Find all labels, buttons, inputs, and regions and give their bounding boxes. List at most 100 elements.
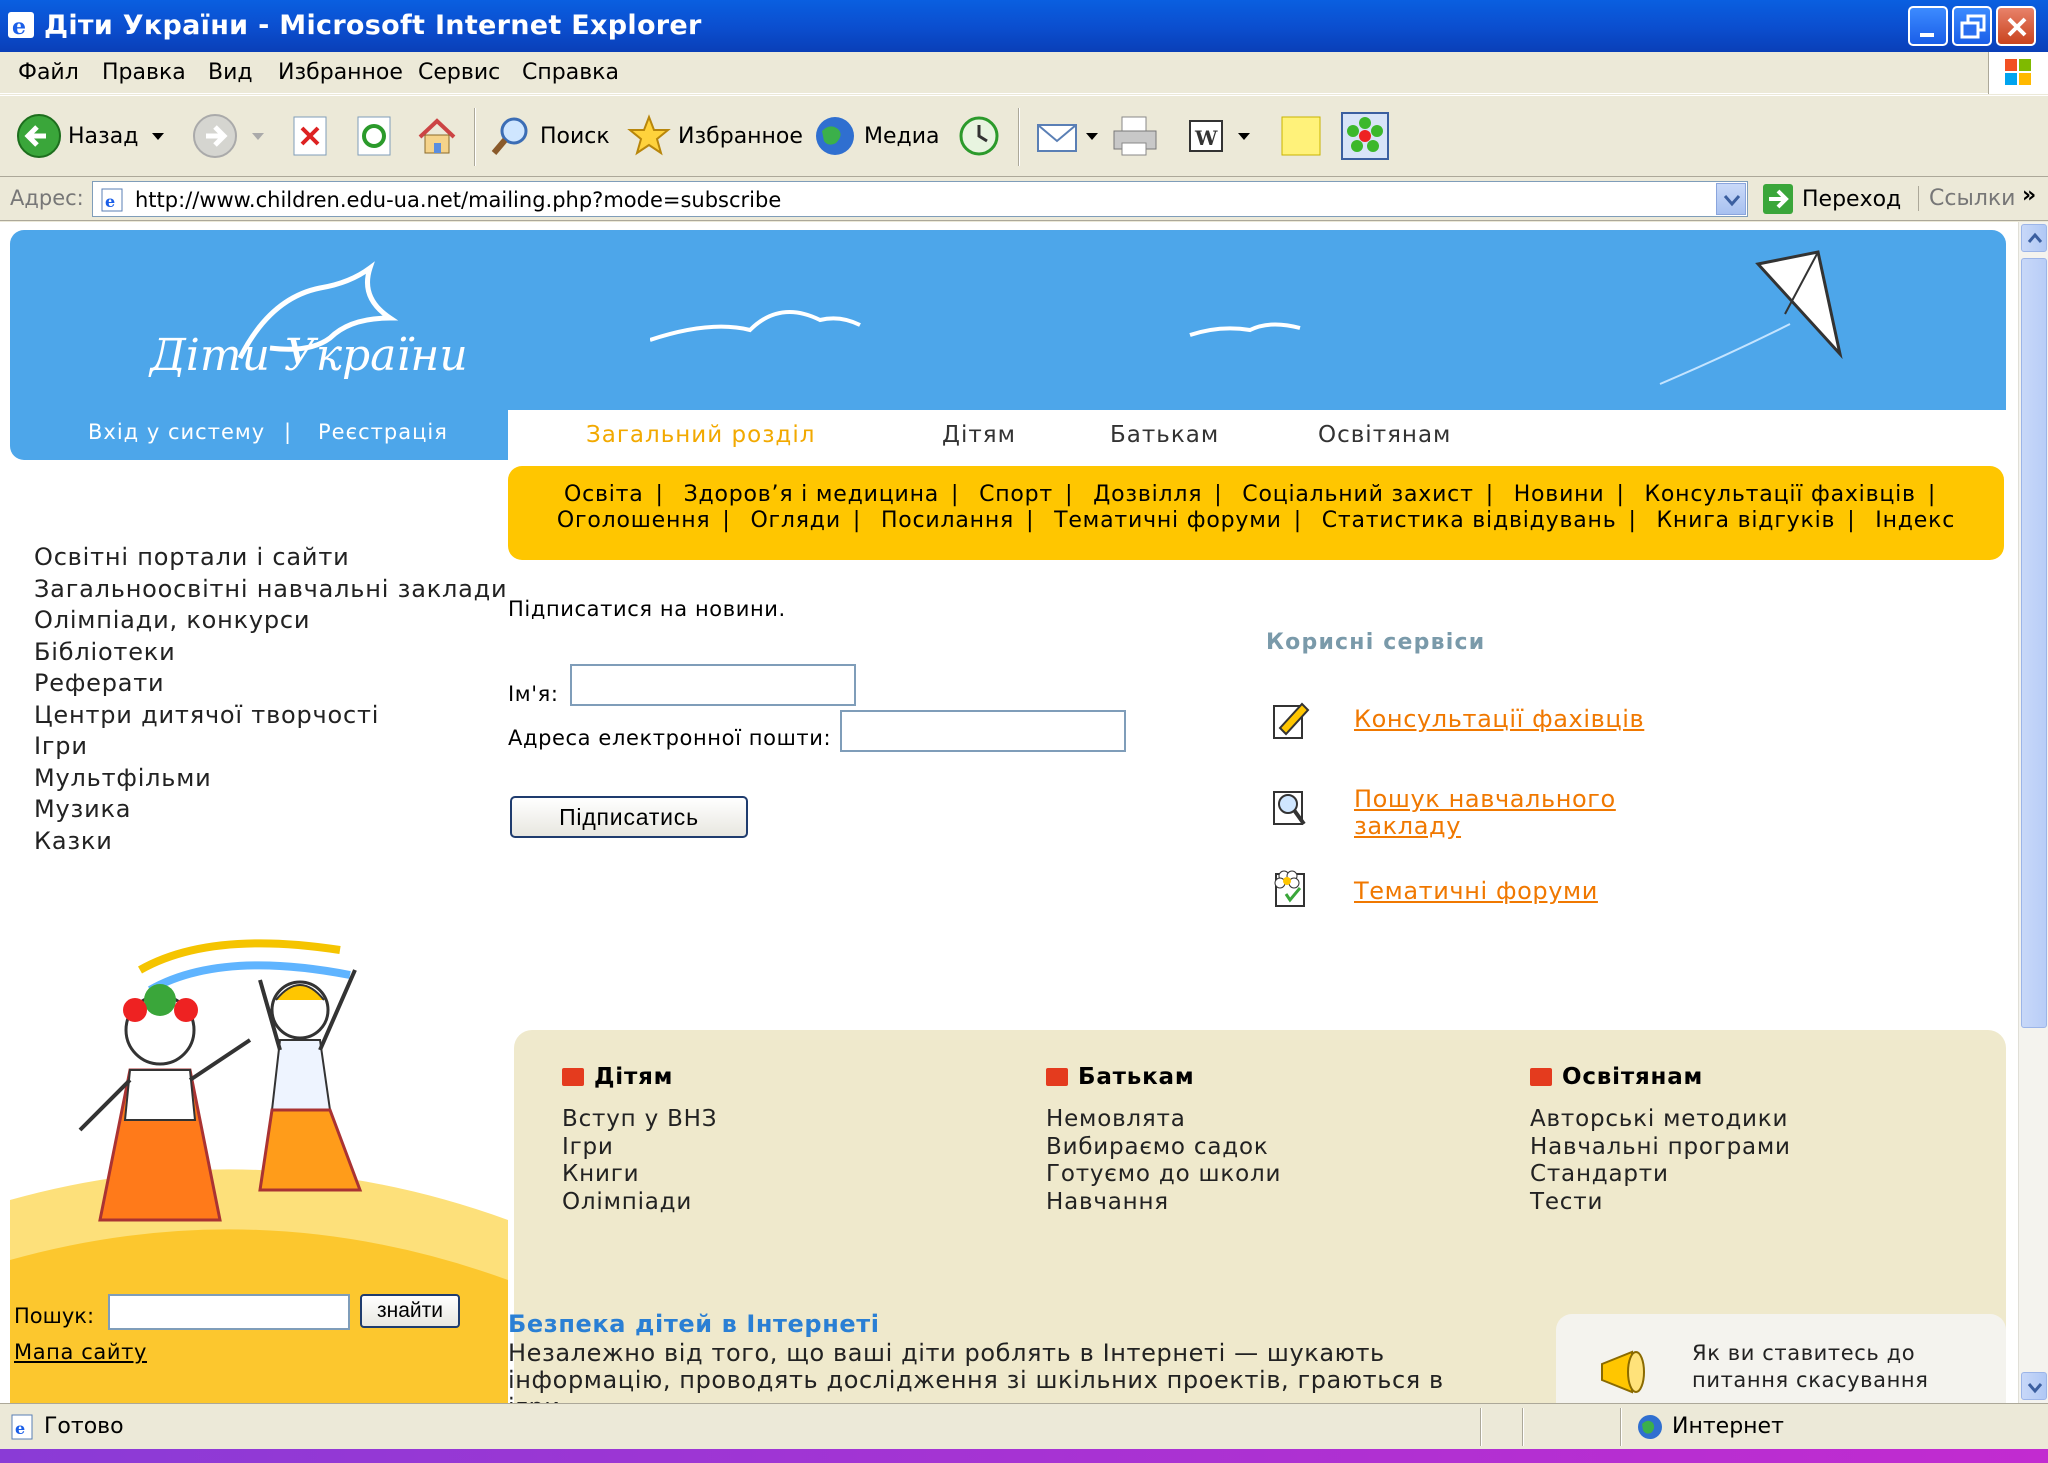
nav-link[interactable]: Індекс [1875,508,1955,533]
main-nav: Освіта | Здоров’я і медицина | Спорт | Дозв… [508,466,2004,560]
service-link[interactable]: Консультації фахівців [1354,706,1654,733]
favorites-button[interactable]: Избранное [626,110,803,162]
taskbar-strip [0,1449,2048,1463]
nav-link[interactable]: Статистика відвідувань [1322,508,1617,533]
section-link[interactable]: Стандарти [1530,1161,1990,1189]
left-link[interactable]: Реферати [34,668,507,700]
left-link[interactable]: Ігри [34,731,507,763]
links-chevron-icon[interactable]: » [2022,183,2036,208]
section-link[interactable]: Готуємо до школи [1046,1161,1506,1189]
maximize-button[interactable] [1952,6,1992,46]
edit-button[interactable]: W [1186,110,1250,162]
back-dropdown-icon[interactable] [152,132,165,140]
section-link[interactable]: Немовлята [1046,1106,1506,1134]
svg-text:e: e [15,1419,25,1438]
section-link[interactable]: Ігри [562,1134,1022,1162]
search-button[interactable]: Поиск [488,110,610,162]
menu-favorites[interactable]: Избранное [278,60,403,85]
refresh-button[interactable] [354,110,394,162]
article-title[interactable]: Безпека дітей в Інтернеті [508,1310,880,1338]
icq-flower-icon [1341,112,1389,160]
scroll-down-button[interactable] [2021,1372,2047,1400]
site-search-button[interactable]: знайти [360,1294,460,1328]
nav-link[interactable]: Книга відгуків [1657,508,1836,533]
name-input[interactable] [570,664,856,706]
nav-link[interactable]: Освіта [564,482,644,507]
nav-link[interactable]: Соціальний захист [1242,482,1473,507]
section-link[interactable]: Авторські методики [1530,1106,1990,1134]
mail-button[interactable] [1034,110,1098,162]
scroll-up-button[interactable] [2021,224,2047,252]
section-link[interactable]: Олімпіади [562,1189,1022,1217]
address-dropdown-button[interactable] [1716,183,1746,215]
home-button[interactable] [414,110,460,162]
menu-file[interactable]: Файл [18,60,79,85]
service-link[interactable]: Пошук навчального закладу [1354,786,1654,840]
discuss-button[interactable] [1278,110,1324,162]
scroll-thumb[interactable] [2021,258,2047,1028]
edit-dropdown-icon[interactable] [1238,132,1250,140]
nav-link[interactable]: Здоров’я і медицина [684,482,939,507]
address-input[interactable]: e http://www.children.edu-ua.net/mailing… [92,181,1748,217]
minimize-button[interactable] [1908,6,1948,46]
left-link[interactable]: Казки [34,826,507,858]
icq-button[interactable] [1340,110,1390,162]
tab-educators[interactable]: Освітянам [1318,422,1451,448]
stop-button[interactable] [290,110,330,162]
section-tabs: Загальний розділ Дітям Батькам Освітянам [508,410,2006,460]
menu-tools[interactable]: Сервис [418,60,500,85]
nav-link[interactable]: Посилання [881,508,1014,533]
site-logo[interactable]: Діти України [150,330,468,381]
mail-dropdown-icon[interactable] [1086,132,1098,140]
menu-help[interactable]: Справка [522,60,619,85]
go-arrow-icon [1763,184,1793,214]
register-link[interactable]: Реєстрація [318,420,448,444]
section-link[interactable]: Вибираємо садок [1046,1134,1506,1162]
section-title[interactable]: Дітям [594,1064,673,1090]
print-button[interactable] [1110,110,1160,162]
left-link[interactable]: Мультфільми [34,763,507,795]
address-url: http://www.children.edu-ua.net/mailing.p… [135,188,782,212]
left-link[interactable]: Загальноосвітні навчальні заклади [34,574,507,606]
email-input[interactable] [840,710,1126,752]
clouds-decoration-icon [650,310,1301,342]
section-link[interactable]: Навчання [1046,1189,1506,1217]
left-link[interactable]: Центри дитячої творчості [34,700,507,732]
tab-children[interactable]: Дітям [942,422,1016,448]
links-button[interactable]: Ссылки [1918,186,2015,211]
go-button[interactable]: Переход [1762,183,1901,215]
section-link[interactable]: Вступ у ВНЗ [562,1106,1022,1134]
menu-edit[interactable]: Правка [102,60,186,85]
forward-button[interactable] [192,110,264,162]
left-link[interactable]: Бібліотеки [34,637,507,669]
section-link[interactable]: Тести [1530,1189,1990,1217]
close-button[interactable] [1996,6,2036,46]
nav-link[interactable]: Оголошення [557,508,711,533]
sitemap-link[interactable]: Мапа сайту [14,1340,147,1364]
menu-view[interactable]: Вид [208,60,253,85]
left-link[interactable]: Олімпіади, конкурси [34,605,507,637]
login-link[interactable]: Вхід у систему [88,420,265,444]
nav-link[interactable]: Спорт [979,482,1053,507]
section-title[interactable]: Освітянам [1562,1064,1703,1090]
nav-link[interactable]: Огляди [750,508,840,533]
left-link[interactable]: Музика [34,794,507,826]
subscribe-button[interactable]: Підписатись [510,796,748,838]
nav-link[interactable]: Новини [1514,482,1605,507]
media-button[interactable]: Медиа [812,110,940,162]
nav-link[interactable]: Консультації фахівців [1644,482,1915,507]
left-link[interactable]: Освітні портали і сайти [34,542,507,574]
back-button[interactable]: Назад [16,110,165,162]
section-link[interactable]: Навчальні програми [1530,1134,1990,1162]
section-link[interactable]: Книги [562,1161,1022,1189]
vertical-scrollbar[interactable] [2018,222,2048,1403]
section-title[interactable]: Батькам [1078,1064,1194,1090]
poll-box: Як ви ставитесь до питання скасування [1556,1314,2006,1403]
nav-link[interactable]: Тематичні форуми [1054,508,1282,533]
history-button[interactable] [956,110,1002,162]
tab-general[interactable]: Загальний розділ [586,422,815,448]
nav-link[interactable]: Дозвілля [1093,482,1202,507]
service-link[interactable]: Тематичні форуми [1354,878,1654,905]
site-search-input[interactable] [108,1294,350,1330]
tab-parents[interactable]: Батькам [1110,422,1219,448]
